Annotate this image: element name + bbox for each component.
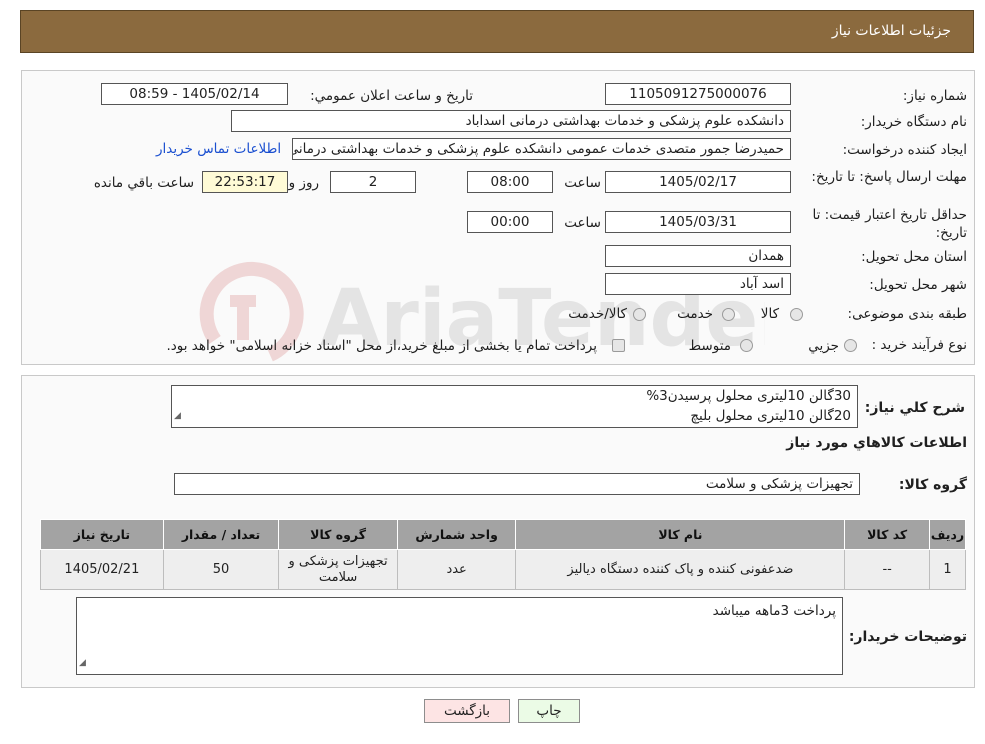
process-type-label: نوع فرآيند خريد : — [871, 337, 967, 353]
price-validity-label: حداقل تاريخ اعتبار قيمت: تا تاریخ: — [812, 207, 967, 241]
province-field: همدان — [605, 245, 791, 267]
col-header-quantity: تعداد / مقدار — [162, 519, 280, 550]
buyer-contact-link[interactable]: اطلاعات تماس خريدار — [156, 141, 281, 157]
validity-time-field: 00:00 — [467, 211, 553, 233]
validity-time-label: ساعت — [564, 215, 601, 231]
col-header-date: تاريخ نياز — [40, 519, 164, 550]
page-title: جزئیات اطلاعات نیاز — [831, 23, 951, 39]
need-number-field: 1105091275000076 — [605, 83, 791, 105]
category-goods-radio[interactable] — [790, 308, 803, 321]
deadline-label: مهلت ارسال پاسخ: تا تاریخ: — [811, 169, 967, 185]
city-label: شهر محل تحويل: — [869, 277, 967, 293]
requester-field: حمیدرضا جمور متصدی خدمات عمومی دانشکده ع… — [292, 138, 791, 160]
description-line: 30گالن 10لیتری محلول پرسیدن3% — [646, 388, 851, 404]
buyer-org-field: دانشکده علوم پزشکی و خدمات بهداشتی درمان… — [231, 110, 791, 132]
remaining-time-field: 22:53:17 — [202, 171, 288, 193]
category-goods-service-label: کالا/خدمت — [568, 306, 627, 322]
cell-quantity: 50 — [162, 549, 280, 590]
resize-grip-icon[interactable]: ◢ — [174, 406, 181, 426]
col-header-code: کد کالا — [844, 519, 930, 550]
goods-group-label: گروه کالا: — [898, 477, 967, 493]
cell-row-number: 1 — [928, 549, 967, 590]
category-goods-service-radio[interactable] — [633, 308, 646, 321]
remaining-time-label: ساعت باقي مانده — [93, 175, 194, 191]
print-button[interactable]: چاپ — [518, 699, 580, 723]
category-goods-label: کالا — [760, 306, 779, 322]
goods-table: رديف کد کالا نام کالا واحد شمارش گروه کا… — [40, 519, 967, 590]
buyer-notes-text: پرداخت 3ماهه میباشد — [712, 603, 836, 619]
process-medium-label: متوسط — [688, 338, 731, 354]
deadline-date-field: 1405/02/17 — [605, 171, 791, 193]
col-header-row-number: رديف — [928, 519, 967, 550]
process-medium-radio[interactable] — [740, 339, 753, 352]
category-service-label: خدمت — [677, 306, 713, 322]
days-field: 2 — [330, 171, 416, 193]
table-header-row: رديف کد کالا نام کالا واحد شمارش گروه کا… — [40, 519, 967, 550]
requester-label: ايجاد کننده درخواست: — [842, 142, 967, 158]
goods-info-title: اطلاعات کالاهاي مورد نياز — [786, 435, 967, 451]
buyer-notes-label: توضيحات خريدار: — [848, 629, 967, 645]
category-service-radio[interactable] — [722, 308, 735, 321]
description-line: 20گالن 10لیتری محلول بلیچ — [690, 408, 851, 424]
cell-name: ضدعفونی کننده و پاک کننده دستگاه دیالیز — [515, 549, 846, 590]
col-header-name: نام کالا — [515, 519, 846, 550]
col-header-unit: واحد شمارش — [396, 519, 517, 550]
announce-date-field: 1405/02/14 - 08:59 — [101, 83, 288, 105]
treasury-checkbox[interactable] — [612, 339, 625, 352]
buyer-notes-textarea[interactable]: پرداخت 3ماهه میباشد ◢ — [76, 597, 843, 675]
goods-group-field: تجهیزات پزشکی و سلامت — [174, 473, 860, 495]
process-minor-radio[interactable] — [844, 339, 857, 352]
page-header: جزئیات اطلاعات نیاز — [20, 10, 974, 53]
cell-group: تجهیزات پزشکی و سلامت — [278, 549, 398, 590]
description-textarea[interactable]: 30گالن 10لیتری محلول پرسیدن3% 20گالن 10ل… — [171, 385, 858, 428]
buyer-org-label: نام دستگاه خريدار: — [860, 114, 967, 130]
city-field: اسد آباد — [605, 273, 791, 295]
days-label: روز و — [288, 175, 319, 191]
payment-note: پرداخت تمام يا بخشی از مبلغ خريد،از محل … — [166, 338, 597, 354]
resize-grip-icon[interactable]: ◢ — [79, 653, 86, 673]
deadline-time-field: 08:00 — [467, 171, 553, 193]
col-header-group: گروه کالا — [278, 519, 398, 550]
cell-code: -- — [844, 549, 930, 590]
announce-date-label: تاریخ و ساعت اعلان عمومي: — [310, 88, 473, 104]
description-label: شرح کلي نياز: — [864, 400, 965, 416]
deadline-time-label: ساعت — [564, 175, 601, 191]
cell-date: 1405/02/21 — [40, 549, 164, 590]
province-label: استان محل تحويل: — [861, 249, 967, 265]
validity-date-field: 1405/03/31 — [605, 211, 791, 233]
process-minor-label: جزيي — [808, 338, 839, 354]
table-row: 1 -- ضدعفونی کننده و پاک کننده دستگاه دی… — [40, 549, 967, 590]
category-label: طبقه بندی موضوعی: — [847, 306, 967, 322]
cell-unit: عدد — [396, 549, 517, 590]
need-number-label: شماره نیاز: — [902, 88, 967, 104]
back-button[interactable]: بازگشت — [424, 699, 510, 723]
